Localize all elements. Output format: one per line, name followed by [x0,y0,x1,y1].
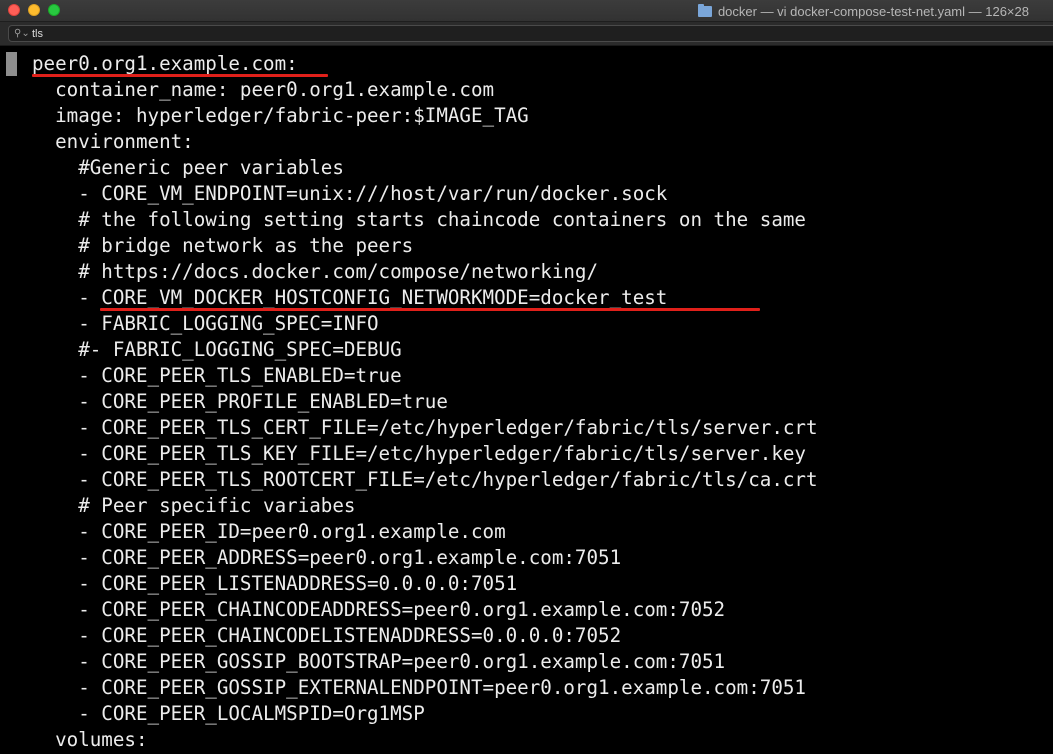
title-bar: docker — vi docker-compose-test-net.yaml… [0,0,1053,22]
code-line: # https://docs.docker.com/compose/networ… [32,260,599,283]
code-line: #Generic peer variables [32,156,344,179]
code-line: - CORE_PEER_TLS_CERT_FILE=/etc/hyperledg… [32,416,818,439]
terminal-window: docker — vi docker-compose-test-net.yaml… [0,0,1053,754]
folder-icon [697,3,712,17]
code-line: - CORE_PEER_CHAINCODEADDRESS=peer0.org1.… [32,598,726,621]
find-bar: ⚲⌄ [0,22,1053,46]
code-line: - CORE_PEER_GOSSIP_EXTERNALENDPOINT=peer… [32,676,806,699]
code-line: - CORE_PEER_LISTENADDRESS=0.0.0.0:7051 [32,572,518,595]
code-line: image: hyperledger/fabric-peer:$IMAGE_TA… [32,104,529,127]
code-line: - CORE_PEER_ADDRESS=peer0.org1.example.c… [32,546,622,569]
underline-annotation-networkmode [100,308,760,311]
code-line: #- FABRIC_LOGGING_SPEC=DEBUG [32,338,402,361]
code-line: - CORE_PEER_ID=peer0.org1.example.com [32,520,506,543]
code-line: - CORE_PEER_TLS_ENABLED=true [32,364,402,387]
code-line: volumes: [32,728,148,751]
text-cursor [6,52,17,76]
code-line: # Peer specific variabes [32,494,356,517]
code-line: - CORE_PEER_GOSSIP_BOOTSTRAP=peer0.org1.… [32,650,726,673]
zoom-window-button[interactable] [48,4,60,16]
find-field[interactable]: ⚲⌄ [8,25,1053,42]
code-line: - CORE_PEER_LOCALMSPID=Org1MSP [32,702,425,725]
close-window-button[interactable] [8,4,20,16]
code-line: - CORE_PEER_CHAINCODELISTENADDRESS=0.0.0… [32,624,622,647]
window-title-group: docker — vi docker-compose-test-net.yaml… [697,0,1029,22]
code-line: - CORE_PEER_TLS_KEY_FILE=/etc/hyperledge… [32,442,806,465]
minimize-window-button[interactable] [28,4,40,16]
code-line: - FABRIC_LOGGING_SPEC=INFO [32,312,379,335]
terminal-content[interactable]: peer0.org1.example.com: container_name: … [0,47,1053,754]
underline-annotation-service [32,74,328,77]
search-icon[interactable]: ⚲⌄ [14,28,30,39]
code-line: - CORE_PEER_PROFILE_ENABLED=true [32,390,448,413]
code-line: container_name: peer0.org1.example.com [32,78,495,101]
code-line: # the following setting starts chaincode… [32,208,806,231]
code-line: # bridge network as the peers [32,234,414,257]
window-title: docker — vi docker-compose-test-net.yaml… [717,3,1029,19]
find-input[interactable] [32,27,432,40]
code-line: - CORE_PEER_TLS_ROOTCERT_FILE=/etc/hyper… [32,468,818,491]
code-line: environment: [32,130,194,153]
code-line: - CORE_VM_ENDPOINT=unix:///host/var/run/… [32,182,668,205]
